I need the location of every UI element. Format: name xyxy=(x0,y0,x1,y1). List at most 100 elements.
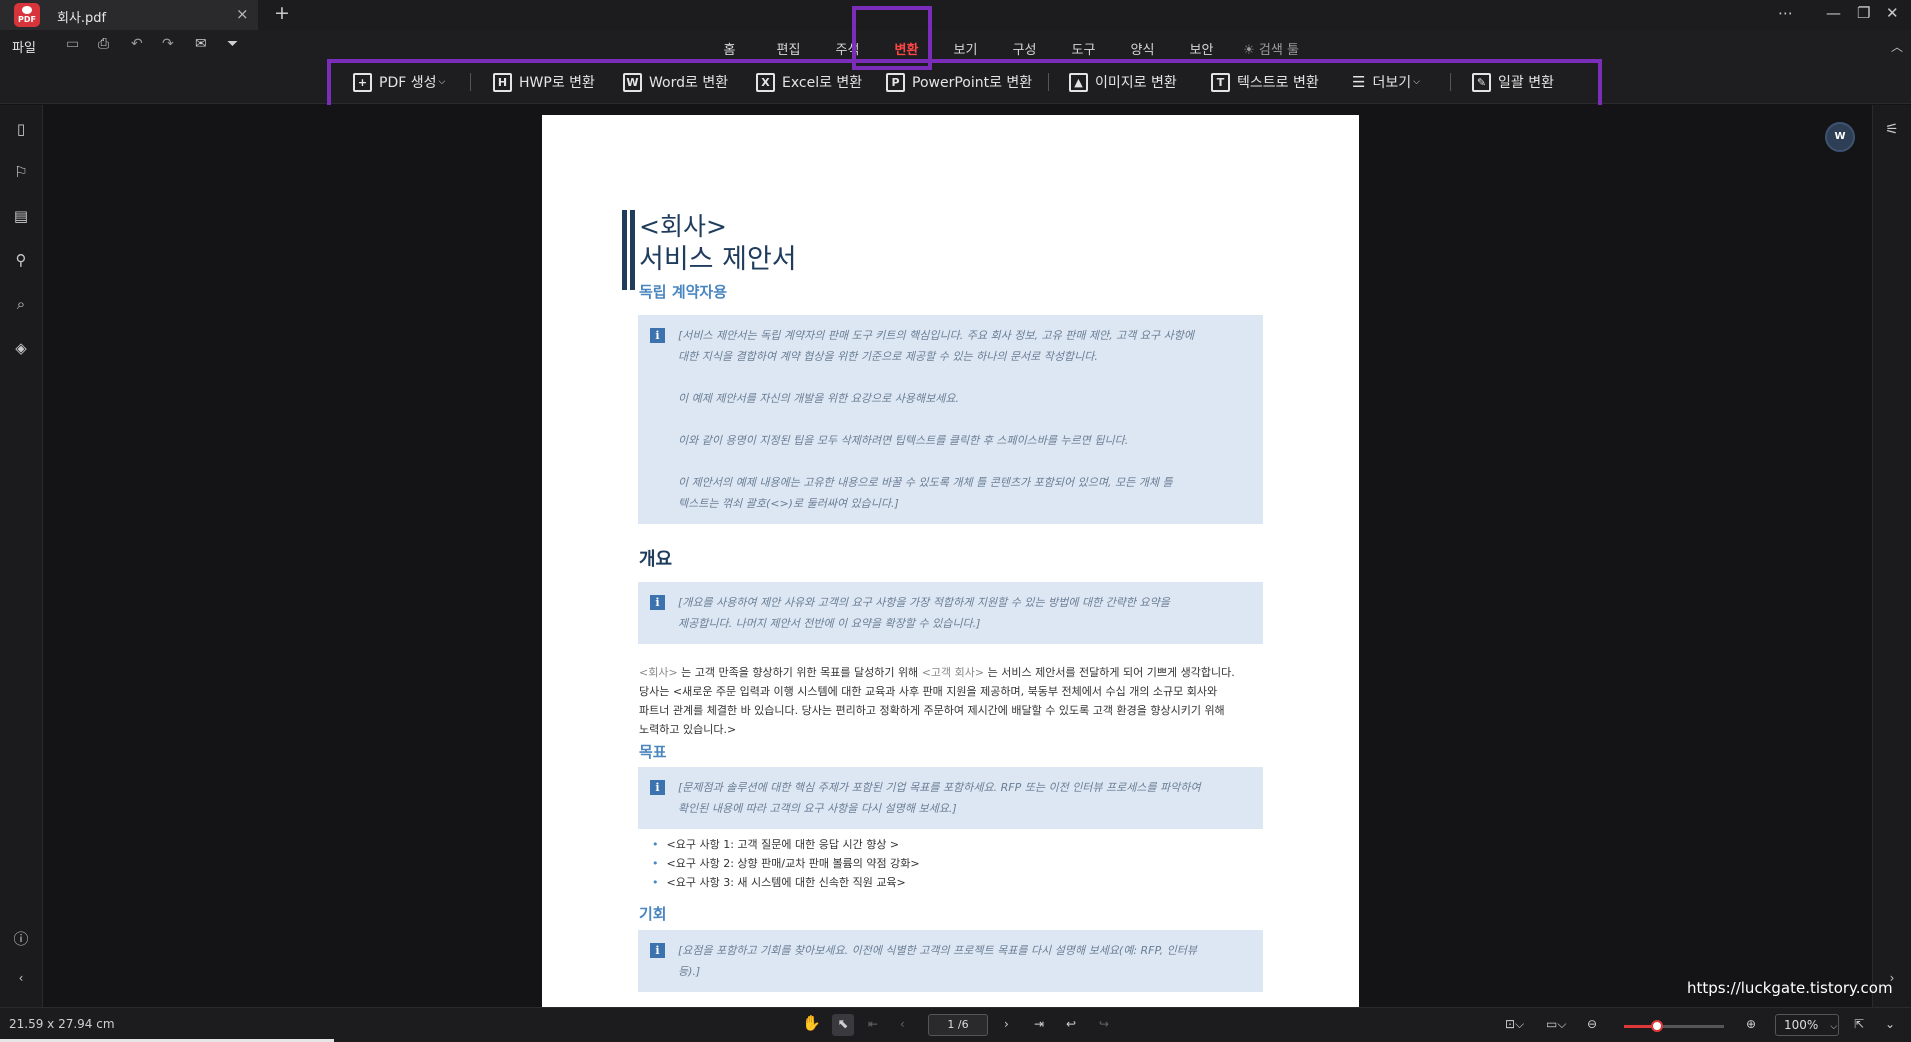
collapse-ribbon-icon[interactable]: ︿ xyxy=(1891,38,1903,55)
first-page-icon[interactable]: ⇤ xyxy=(868,1017,878,1031)
chevron-down-icon: ⌵ xyxy=(438,77,446,87)
tab-bar: PDF 회사.pdf × + ⋯ — ❐ ✕ xyxy=(0,0,1911,30)
print-icon[interactable]: ⎙ xyxy=(98,36,109,52)
info-icon: i xyxy=(650,595,665,610)
pdf-page: <회사> 서비스 제안서 독립 계약자용 i [서비스 제안서는 독립 계약자의… xyxy=(542,115,1359,1007)
zoom-slider-handle[interactable] xyxy=(1651,1020,1663,1032)
save-icon[interactable]: ▭ xyxy=(66,36,79,52)
tab-organize[interactable]: 구성 xyxy=(995,39,1054,58)
close-window-button[interactable]: ✕ xyxy=(1886,4,1899,22)
properties-sliders-icon[interactable]: ⚟ xyxy=(1882,120,1902,140)
search-icon[interactable]: ⌕ xyxy=(11,295,31,315)
convert-word-button[interactable]: W Word로 변환 xyxy=(623,70,728,94)
convert-text-button[interactable]: T 텍스트로 변환 xyxy=(1211,70,1319,94)
page-fit-icon[interactable]: ⊡⌵ xyxy=(1505,1017,1524,1032)
heading-opportunity: 기회 xyxy=(639,905,667,923)
tab-forms[interactable]: 양식 xyxy=(1113,39,1172,58)
convert-toolbar: + PDF 생성 ⌵ H HWP로 변환 W Word로 변환 X Excel로 변환 P… xyxy=(353,70,1583,94)
page-thumbnails-icon[interactable]: ▯ xyxy=(11,120,31,140)
customize-toolbar-icon[interactable]: ⏷ xyxy=(227,36,238,52)
list-item: <요구 사항 3: 새 시스템에 대한 신속한 직원 교육> xyxy=(652,873,920,892)
tab-tools[interactable]: 도구 xyxy=(1054,39,1113,58)
page-size: 21.59 x 27.94 cm xyxy=(9,1017,115,1031)
menu-tabs: 홈 편집 주석 변환 보기 구성 도구 양식 보안 ☀ 검색 툴 xyxy=(700,39,1311,58)
batch-convert-icon: ✎ xyxy=(1472,72,1491,92)
excel-icon: X xyxy=(756,72,775,92)
zoom-select[interactable]: 100% ⌵ xyxy=(1775,1014,1839,1036)
zoom-in-icon[interactable]: ⊕ xyxy=(1746,1017,1756,1031)
title-accent-bar xyxy=(622,210,627,290)
layers-icon[interactable]: ◈ xyxy=(11,339,31,359)
powerpoint-icon: P xyxy=(886,72,905,92)
chevron-down-icon: ⌵ xyxy=(1830,1022,1838,1032)
convert-excel-button[interactable]: X Excel로 변환 xyxy=(756,70,862,94)
tab-close-icon[interactable]: × xyxy=(236,5,249,23)
overview-paragraph: <회사> 는 고객 만족을 향상하기 위한 목표를 달성하기 위해 <고객 회사… xyxy=(639,666,1235,736)
prev-page-icon[interactable]: ‹ xyxy=(900,1017,905,1031)
info-icon: i xyxy=(650,328,665,343)
undo-icon[interactable]: ↶ xyxy=(131,36,143,52)
doc-subtitle: 독립 계약자용 xyxy=(639,283,728,301)
toolbar-divider xyxy=(470,73,471,91)
heading-goals: 목표 xyxy=(639,743,667,761)
tab-home[interactable]: 홈 xyxy=(700,39,759,58)
status-bar: 21.59 x 27.94 cm ✋ ⬉ ⇤ ‹ 1 /6 › ⇥ ↩ ↪ ⊡⌵… xyxy=(0,1007,1911,1042)
zoom-out-icon[interactable]: ⊖ xyxy=(1587,1017,1597,1031)
tab-edit[interactable]: 편집 xyxy=(759,39,818,58)
attachment-icon[interactable]: ⚲ xyxy=(11,251,31,271)
minimize-button[interactable]: — xyxy=(1826,4,1841,22)
settings-dropdown-icon[interactable]: ⌄ xyxy=(1885,1017,1895,1031)
list-item: <요구 사항 1: 고객 질문에 대한 응답 시간 향상 > xyxy=(652,835,920,854)
convert-hwp-button[interactable]: H HWP로 변환 xyxy=(493,70,595,94)
tab-search-tool[interactable]: ☀ 검색 툴 xyxy=(1231,39,1311,58)
info-icon: i xyxy=(650,780,665,795)
right-sidebar: ⚟ › xyxy=(1872,105,1911,1007)
zoom-slider[interactable] xyxy=(1624,1020,1724,1032)
left-sidebar: ▯ ⚐ ▤ ⚲ ⌕ ◈ ⓘ ‹ xyxy=(0,105,43,1007)
restore-button[interactable]: ❐ xyxy=(1857,4,1870,22)
select-tool-icon[interactable]: ⬉ xyxy=(832,1014,854,1036)
last-page-icon[interactable]: ⇥ xyxy=(1034,1017,1044,1031)
tip-box: i [문제점과 솔루션에 대한 핵심 주제가 포함된 기업 목표를 포함하세요.… xyxy=(638,767,1263,829)
new-tab-button[interactable]: + xyxy=(274,2,290,24)
page-layout-icon[interactable]: ▭⌵ xyxy=(1546,1017,1566,1032)
document-view[interactable]: <회사> 서비스 제안서 독립 계약자용 i [서비스 제안서는 독립 계약자의… xyxy=(43,105,1872,1007)
redo-icon[interactable]: ↷ xyxy=(162,36,174,52)
toolbar-divider xyxy=(1048,73,1049,91)
list-icon: ☰ xyxy=(1352,73,1366,91)
comments-icon[interactable]: ▤ xyxy=(11,207,31,227)
app-logo-icon: PDF xyxy=(14,3,40,27)
tab-view[interactable]: 보기 xyxy=(936,39,995,58)
more-button[interactable]: ☰ 더보기 ⌵ xyxy=(1352,70,1420,94)
watermark-url: https://luckgate.tistory.com xyxy=(1687,979,1893,997)
app-window: PDF 회사.pdf × + ⋯ — ❐ ✕ 파일 ▭ ⎙ ↶ ↷ ✉ ⏷ 홈 … xyxy=(0,0,1911,1042)
bookmark-icon[interactable]: ⚐ xyxy=(11,163,31,183)
chevron-down-icon: ⌵ xyxy=(1413,77,1420,87)
hand-tool-icon[interactable]: ✋ xyxy=(802,1014,821,1032)
more-options-icon[interactable]: ⋯ xyxy=(1778,4,1793,22)
heading-overview: 개요 xyxy=(639,549,673,570)
batch-convert-button[interactable]: ✎ 일괄 변환 xyxy=(1472,70,1554,94)
forward-view-icon[interactable]: ↪ xyxy=(1099,1017,1109,1031)
page-number-input[interactable]: 1 /6 xyxy=(928,1014,988,1036)
word-convert-float-button[interactable]: W xyxy=(1825,122,1855,152)
tip-box: i [요점을 포함하고 기회를 찾아보세요. 이전에 식별한 고객의 프로젝트 … xyxy=(638,930,1263,992)
file-menu[interactable]: 파일 xyxy=(12,37,36,56)
tab-security[interactable]: 보안 xyxy=(1172,39,1231,58)
plus-icon: + xyxy=(353,72,372,92)
next-page-icon[interactable]: › xyxy=(1004,1017,1009,1031)
convert-image-button[interactable]: ▲ 이미지로 변환 xyxy=(1069,70,1177,94)
mail-icon[interactable]: ✉ xyxy=(195,36,207,52)
document-tab[interactable]: PDF 회사.pdf × xyxy=(0,0,258,30)
help-icon[interactable]: ⓘ xyxy=(11,928,31,948)
requirements-list: <요구 사항 1: 고객 질문에 대한 응답 시간 향상 > <요구 사항 2:… xyxy=(652,835,920,892)
text-icon: T xyxy=(1211,72,1230,92)
tip-box: i [개요를 사용하여 제안 사유와 고객의 요구 사항을 가장 적합하게 지원… xyxy=(638,582,1263,644)
info-icon: i xyxy=(650,943,665,958)
convert-powerpoint-button[interactable]: P PowerPoint로 변환 xyxy=(886,70,1032,94)
list-item: <요구 사항 2: 상향 판매/교차 판매 볼륨의 약점 강화> xyxy=(652,854,920,873)
export-icon[interactable]: ⇱ xyxy=(1854,1017,1864,1031)
back-view-icon[interactable]: ↩ xyxy=(1066,1017,1076,1031)
pdf-create-button[interactable]: + PDF 생성 ⌵ xyxy=(353,70,445,94)
collapse-sidebar-icon[interactable]: ‹ xyxy=(11,971,31,991)
